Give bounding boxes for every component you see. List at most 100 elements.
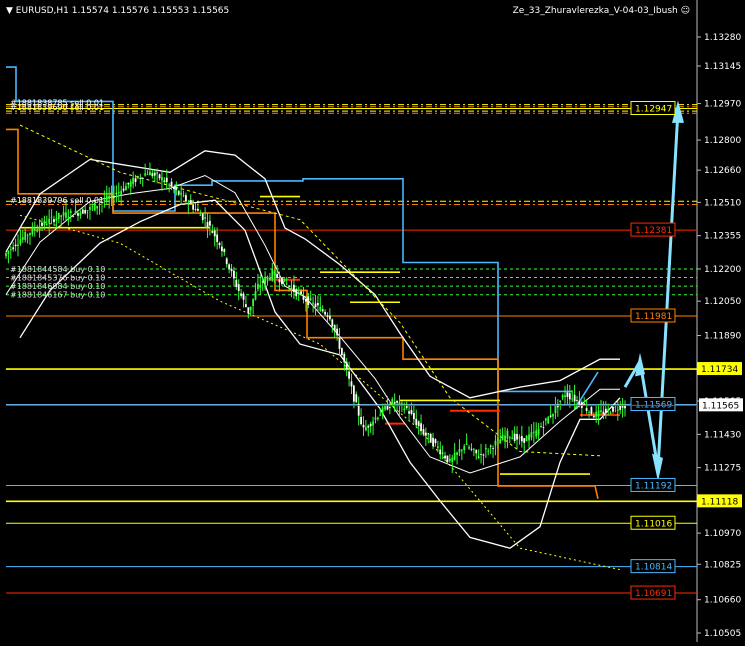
moving-average: [19, 124, 601, 457]
price-tick-label: 1.12510: [704, 198, 741, 208]
candle-body: [499, 439, 502, 444]
candle-body: [345, 361, 348, 370]
candle-body: [129, 181, 132, 187]
order-label: #1881839796 sell 0.01: [10, 196, 104, 205]
candle-body: [233, 270, 235, 279]
candle-body: [381, 407, 384, 415]
candle-body: [472, 448, 475, 450]
price-tick-label: 1.12355: [704, 232, 741, 242]
candle-body: [187, 203, 190, 205]
candle-body: [355, 394, 358, 403]
current-price-label: 1.11565: [702, 401, 739, 411]
price-chart[interactable]: #1881838785 sell 0.01 #1881839690 sell 0.…: [0, 0, 745, 642]
price-tick-label: 1.12660: [704, 166, 741, 176]
candle-body: [487, 450, 490, 452]
candle-body: [333, 325, 336, 332]
candle-body: [29, 233, 31, 235]
candle-body: [614, 406, 617, 408]
price-level-badge-label: 1.10691: [635, 589, 672, 599]
candle-body: [283, 278, 286, 282]
candle-body: [319, 306, 322, 311]
candle-body: [374, 417, 377, 420]
candle-body: [508, 437, 511, 439]
candle-body: [7, 251, 10, 254]
candle-body: [180, 192, 183, 195]
candle-body: [597, 410, 600, 417]
candle-body: [144, 173, 147, 176]
candle-body: [14, 244, 17, 247]
candle-body: [592, 415, 595, 418]
candle-body: [206, 222, 209, 228]
candle-body: [77, 213, 79, 216]
candle-body: [173, 186, 175, 189]
candle-body: [5, 253, 7, 257]
candle-body: [225, 258, 228, 265]
candle-body: [50, 216, 53, 218]
candle-body: [290, 287, 293, 290]
candle-body: [221, 246, 223, 252]
price-tick-label: 1.11430: [704, 430, 741, 440]
candle-body: [281, 277, 283, 285]
candle-body: [60, 215, 63, 217]
candle-body: [67, 216, 70, 219]
candle-body: [588, 411, 590, 413]
candle-body: [295, 288, 298, 297]
candle-body: [616, 409, 619, 411]
candle-body: [158, 174, 161, 179]
candle-body: [408, 411, 410, 414]
candle-body: [314, 303, 317, 308]
price-level-badge-label: 1.12381: [635, 226, 672, 236]
price-level-badge-label: 1.11016: [635, 519, 672, 529]
candle-body: [396, 400, 398, 403]
candle-body: [271, 269, 274, 280]
candle-body: [544, 418, 547, 421]
candle-body: [36, 229, 39, 232]
candle-body: [240, 293, 243, 296]
price-level-badge-label: 1.11734: [701, 365, 738, 375]
candle-body: [9, 249, 12, 251]
candle-body: [324, 311, 326, 315]
collapse-triangle-icon[interactable]: ▼: [6, 6, 13, 16]
candle-body: [163, 180, 166, 183]
chart-svg: #1881838785 sell 0.01#1881839690 sell 0.…: [5, 0, 743, 642]
candle-body: [185, 195, 187, 202]
candle-body: [89, 207, 91, 210]
candle-body: [489, 445, 492, 447]
candle-body: [79, 212, 82, 216]
candle-body: [568, 393, 571, 400]
candle-body: [463, 446, 466, 451]
candle-body: [113, 196, 115, 198]
candle-body: [41, 222, 43, 226]
candle-body: [564, 395, 566, 398]
candle-body: [19, 239, 22, 244]
candle-body: [403, 408, 406, 410]
candle-body: [583, 403, 586, 405]
candle-body: [484, 448, 487, 450]
candle-body: [45, 223, 48, 225]
price-tick-label: 1.11890: [704, 332, 741, 342]
candle-body: [412, 413, 415, 420]
candle-body: [415, 418, 418, 426]
price-tick-label: 1.12050: [704, 297, 741, 307]
candle-body: [376, 417, 379, 420]
price-level-badge-label: 1.11192: [635, 481, 672, 491]
candle-body: [84, 210, 87, 214]
candle-body: [211, 231, 214, 233]
price-tick-label: 1.12970: [704, 100, 741, 110]
candle-body: [343, 353, 346, 363]
candle-body: [566, 392, 569, 397]
candle-body: [477, 456, 480, 458]
candle-body: [170, 181, 173, 187]
candle-body: [619, 405, 622, 410]
price-tick-label: 1.12800: [704, 136, 741, 146]
candle-body: [379, 414, 382, 416]
candle-body: [367, 425, 370, 428]
candle-body: [72, 216, 75, 218]
candle-body: [62, 212, 65, 216]
candle-body: [17, 244, 19, 246]
candle-body: [590, 407, 593, 415]
candle-body: [535, 430, 538, 437]
candle-body: [288, 285, 291, 287]
candle-body: [276, 274, 279, 278]
candle-body: [458, 449, 461, 453]
